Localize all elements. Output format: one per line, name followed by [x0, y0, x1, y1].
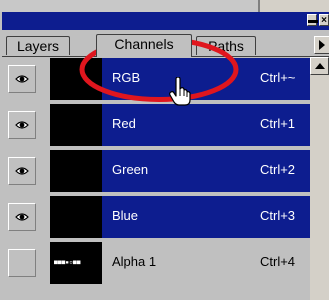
visibility-toggle[interactable]	[8, 157, 36, 185]
channel-name: Blue	[112, 208, 139, 223]
channel-row-alpha-1[interactable]: ■■■▪▫■■ Alpha 1 Ctrl+4	[2, 241, 310, 286]
panel-menu-icon[interactable]: ▬	[307, 14, 318, 26]
eye-icon	[15, 121, 29, 129]
thumbnail-text: ■■■▪▫■■	[54, 259, 81, 266]
channel-shortcut: Ctrl+3	[260, 208, 296, 223]
window-top-strip	[0, 0, 329, 12]
channel-name: Green	[112, 162, 149, 177]
channel-shortcut: Ctrl+1	[260, 116, 296, 131]
channel-thumbnail	[50, 196, 102, 238]
channel-row-red[interactable]: Red Ctrl+1	[2, 103, 310, 148]
channels-list: RGB Ctrl+~ Red Ctrl+1 Green Ctrl+2 Blue …	[2, 57, 310, 300]
visibility-toggle[interactable]	[8, 203, 36, 231]
channel-thumbnail	[50, 58, 102, 100]
close-icon[interactable]: ×	[319, 14, 329, 26]
visibility-toggle[interactable]	[8, 65, 36, 93]
tab-channels[interactable]: Channels	[96, 34, 192, 57]
channel-shortcut: Ctrl+2	[260, 162, 296, 177]
channel-name: Alpha 1	[112, 254, 157, 269]
channel-row-blue[interactable]: Blue Ctrl+3	[2, 195, 310, 240]
palette-titlebar[interactable]: ▬ ×	[2, 12, 329, 30]
tab-layers[interactable]: Layers	[6, 36, 70, 55]
top-strip-divider	[258, 0, 260, 12]
channel-shortcut: Ctrl+~	[260, 70, 296, 85]
channel-name: Red	[112, 116, 136, 131]
channel-shortcut: Ctrl+4	[260, 254, 296, 269]
visibility-toggle[interactable]	[8, 249, 36, 277]
eye-icon	[15, 167, 29, 175]
top-strip-left	[0, 0, 258, 12]
channel-thumbnail	[50, 150, 102, 192]
vertical-scrollbar[interactable]	[310, 57, 329, 300]
eye-icon	[15, 213, 29, 221]
palette-tabs: Layers Channels Paths	[2, 30, 329, 57]
tab-paths[interactable]: Paths	[196, 36, 256, 55]
visibility-toggle[interactable]	[8, 111, 36, 139]
channel-row-rgb[interactable]: RGB Ctrl+~	[2, 57, 310, 102]
channel-row-green[interactable]: Green Ctrl+2	[2, 149, 310, 194]
scroll-up-icon[interactable]	[310, 57, 329, 75]
tab-scroll-right-icon[interactable]	[314, 36, 329, 54]
eye-icon	[15, 75, 29, 83]
channel-thumbnail	[50, 104, 102, 146]
channel-name: RGB	[112, 70, 141, 85]
channel-thumbnail: ■■■▪▫■■	[50, 242, 102, 284]
